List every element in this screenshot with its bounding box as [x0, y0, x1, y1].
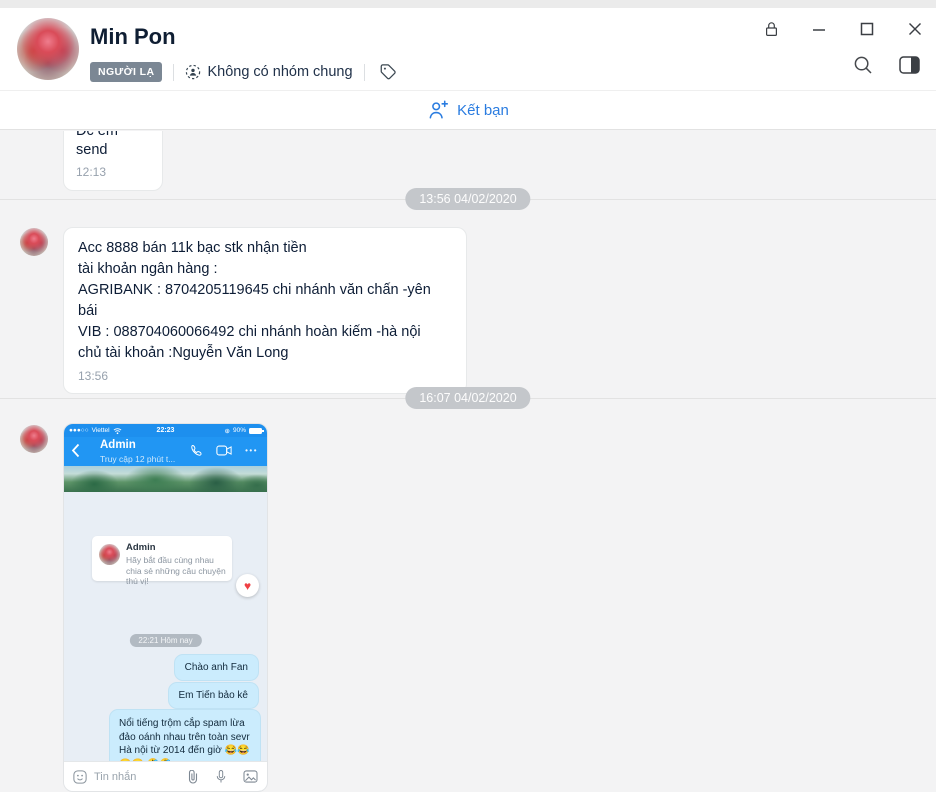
message-line: VIB : 088704060066492 chi nhánh hoàn kiế… [78, 322, 452, 343]
phone-bubble: Chào anh Fan [174, 654, 259, 681]
tag-icon[interactable] [376, 60, 400, 84]
stranger-badge: NGƯỜI LẠ [90, 62, 162, 82]
photo-message-phone-screenshot[interactable]: ●●●○○ Viettel 22:23 ⊕ 90% [63, 423, 268, 792]
message-line: tài khoản ngân hàng : [78, 259, 452, 280]
battery-icon [249, 428, 262, 434]
close-button[interactable] [905, 20, 925, 38]
toggle-sidebar-icon[interactable] [898, 54, 920, 76]
phone-input-placeholder: Tin nhắn [94, 771, 187, 783]
microphone-icon [215, 769, 227, 784]
date-divider: 13:56 04/02/2020 [0, 188, 936, 210]
battery-percent: 90% [233, 427, 246, 434]
heart-icon: ♥ [244, 579, 251, 593]
message-line: chủ tài khoản :Nguyễn Văn Long [78, 343, 452, 364]
peer-subrow: NGƯỜI LẠ Không có nhóm chung [90, 60, 400, 84]
carrier-label: Viettel [92, 427, 110, 434]
date-pill: 16:07 04/02/2020 [405, 387, 530, 409]
minimize-button[interactable] [809, 20, 829, 38]
chat-scroll-area[interactable]: Đc em send 12:13 13:56 04/02/2020 Acc 88… [0, 131, 936, 792]
phone-status-bar: ●●●○○ Viettel 22:23 ⊕ 90% [64, 424, 267, 437]
phone-chat-title: Admin [100, 439, 136, 451]
message-time: 12:13 [76, 165, 150, 180]
orientation-lock-icon: ⊕ [225, 427, 230, 435]
header-actions [852, 54, 920, 76]
cover-photo [64, 466, 267, 492]
emoji-smiley-icon [73, 770, 87, 784]
phone-bubble: Em Tiến bảo kê [168, 682, 259, 709]
lock-icon[interactable] [761, 20, 781, 38]
phone-chat-subtitle: Truy cập 12 phút t... [100, 454, 175, 464]
message-text: Đc em send [76, 131, 150, 160]
message-bubble-bank-info[interactable]: Acc 8888 bán 11k bạc stk nhận tiền tài k… [63, 227, 467, 394]
greeting-card: Admin Hãy bắt đầu cùng nhau chia sẻ nhữn… [92, 536, 232, 581]
message-time: 13:56 [78, 369, 452, 384]
more-options-icon: ••• [245, 446, 258, 455]
greeting-title: Admin [126, 542, 156, 553]
phone-date-pill: 22:21 Hôm nay [129, 634, 201, 647]
phone-nav-bar: Admin Truy cập 12 phút t... ••• [64, 437, 267, 466]
window-controls [761, 20, 925, 38]
back-chevron-icon [71, 443, 80, 458]
message-line: AGRIBANK : 8704205119645 chi nhánh văn c… [78, 280, 452, 322]
separator [173, 64, 174, 81]
search-icon[interactable] [852, 54, 874, 76]
call-icon [190, 444, 203, 457]
heart-reaction-badge: ♥ [236, 574, 259, 597]
greeting-desc: Hãy bắt đầu cùng nhau chia sẻ những câu … [126, 555, 226, 587]
date-pill: 13:56 04/02/2020 [405, 188, 530, 210]
conversation-header: Min Pon NGƯỜI LẠ Không có nhóm chung [0, 8, 936, 90]
add-friend-button[interactable]: Kết bạn [427, 100, 509, 120]
person-add-icon [427, 100, 449, 120]
maximize-button[interactable] [857, 20, 877, 38]
phone-chat-body: Admin Hãy bắt đầu cùng nhau chia sẻ nhữn… [64, 466, 267, 791]
phone-input-bar: Tin nhắn [64, 761, 267, 791]
image-picker-icon [243, 770, 258, 783]
common-group-status: Không có nhóm chung [185, 64, 352, 80]
separator [364, 64, 365, 81]
greeting-avatar [99, 544, 120, 565]
add-friend-bar: Kết bạn [0, 90, 936, 130]
zalo-chat-window: Min Pon NGƯỜI LẠ Không có nhóm chung [0, 0, 936, 792]
peer-avatar[interactable] [17, 18, 79, 80]
signal-dots-icon: ●●●○○ [69, 427, 89, 434]
add-friend-label: Kết bạn [457, 102, 509, 119]
wifi-icon [113, 427, 122, 435]
common-group-label: Không có nhóm chung [207, 64, 352, 80]
peer-name: Min Pon [90, 24, 176, 50]
sender-avatar[interactable] [20, 228, 48, 256]
attachment-paperclip-icon [187, 770, 199, 784]
sender-avatar[interactable] [20, 425, 48, 453]
group-dashed-circle-icon [185, 64, 201, 80]
window-titlebar[interactable] [0, 0, 936, 8]
message-line: Acc 8888 bán 11k bạc stk nhận tiền [78, 238, 452, 259]
phone-clock: 22:23 [157, 427, 175, 434]
message-bubble-partial[interactable]: Đc em send 12:13 [63, 131, 163, 191]
video-call-icon [216, 445, 232, 456]
date-divider: 16:07 04/02/2020 [0, 387, 936, 409]
